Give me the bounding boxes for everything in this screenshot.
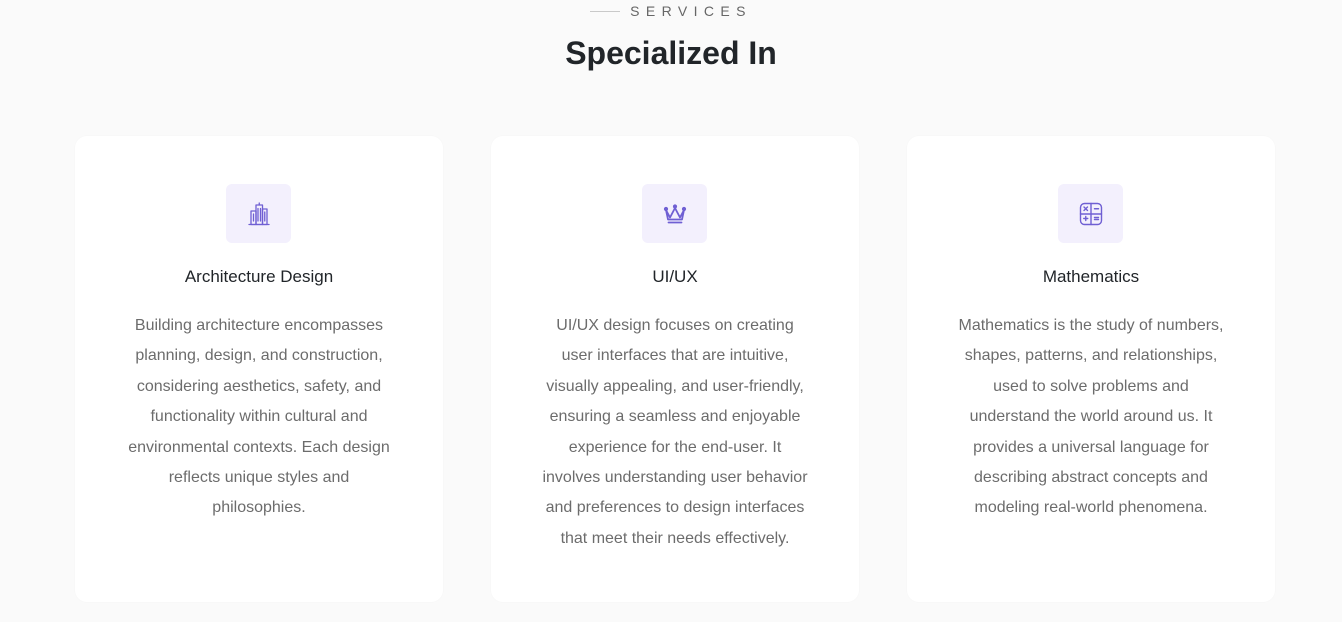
service-card-architecture: Architecture Design Building architectur…	[75, 136, 443, 602]
service-description: UI/UX design focuses on creating user in…	[542, 317, 808, 547]
service-icon-box	[226, 184, 291, 243]
service-description: Building architecture encompasses planni…	[128, 317, 390, 517]
service-card-mathematics: Mathematics Mathematics is the study of …	[907, 136, 1275, 602]
service-icon-box	[1058, 184, 1123, 243]
section-title: Specialized In	[565, 35, 777, 71]
building-icon	[247, 201, 270, 225]
service-title: UI/UX	[652, 267, 698, 286]
service-title: Mathematics	[1042, 267, 1140, 286]
section-eyebrow: SERVICES	[0, 2, 1342, 20]
eyebrow-divider	[590, 10, 621, 12]
service-card-uiux: UI/UX UI/UX design focuses on creating u…	[491, 136, 859, 602]
eyebrow-text: SERVICES	[630, 3, 752, 19]
service-title: Architecture Design	[184, 267, 334, 286]
service-icon-box	[642, 184, 707, 243]
service-description: Mathematics is the study of numbers, sha…	[958, 317, 1224, 517]
calculator-icon	[1079, 202, 1102, 225]
crown-icon	[663, 203, 686, 223]
